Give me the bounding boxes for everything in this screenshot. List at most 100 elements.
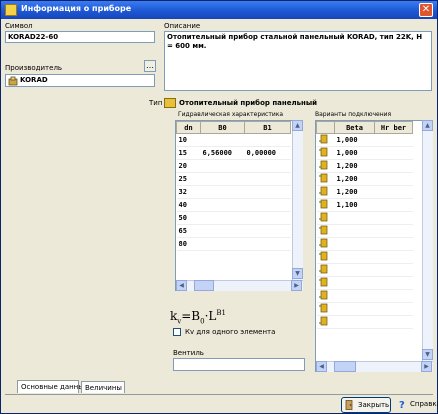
scroll-up-icon[interactable]: ▲ <box>292 120 303 131</box>
hydraulics-vscroll[interactable]: ▲ ▼ <box>292 120 303 280</box>
hydraulics-cell[interactable]: 25 <box>176 172 201 186</box>
variant-beta-cell[interactable] <box>334 224 375 238</box>
variant-beta-cell[interactable] <box>334 315 375 329</box>
variant-beta-cell[interactable]: 1,200 <box>334 172 375 186</box>
kv-single-element-checkbox[interactable] <box>173 328 181 336</box>
variants-scroll-down-icon[interactable]: ▼ <box>422 349 433 360</box>
variant-beta-cell[interactable]: 1,000 <box>334 146 375 160</box>
close-icon[interactable]: ✕ <box>419 3 433 17</box>
variant-hr-cell[interactable] <box>374 146 413 160</box>
hydraulics-row[interactable]: 15 6,56000 0,00000 <box>176 146 291 160</box>
variant-hr-cell[interactable] <box>374 159 413 173</box>
variant-row[interactable]: 1,200 <box>316 172 413 186</box>
variants-hscroll[interactable]: ◀ ▶ <box>316 361 433 372</box>
description-field[interactable]: Отопительный прибор стальной панельный K… <box>164 31 432 91</box>
variant-row[interactable] <box>316 302 413 316</box>
variant-beta-cell[interactable] <box>334 250 375 264</box>
hydraulics-cell[interactable] <box>200 224 245 238</box>
variant-beta-cell[interactable] <box>334 237 375 251</box>
hydraulics-cell[interactable]: 15 <box>176 146 201 160</box>
variant-hr-cell[interactable] <box>374 185 413 199</box>
variant-row[interactable] <box>316 224 413 238</box>
col-dn[interactable]: dn <box>176 121 201 134</box>
variant-beta-cell[interactable] <box>334 276 375 290</box>
variants-scroll-up-icon[interactable]: ▲ <box>422 120 433 131</box>
hydraulics-row[interactable]: 40 <box>176 198 291 212</box>
hydraulics-cell[interactable] <box>244 172 291 186</box>
hydraulics-cell[interactable]: 80 <box>176 237 201 251</box>
variant-beta-cell[interactable] <box>334 302 375 316</box>
variant-row[interactable]: 1,200 <box>316 159 413 173</box>
col-hr[interactable]: Hr ber <box>374 121 413 134</box>
hydraulics-cell[interactable]: 50 <box>176 211 201 225</box>
variant-row[interactable] <box>316 211 413 225</box>
scroll-thumb[interactable] <box>194 280 214 291</box>
variant-hr-cell[interactable] <box>374 198 413 212</box>
variants-scroll-thumb[interactable] <box>334 361 356 372</box>
hydraulics-cell[interactable]: 40 <box>176 198 201 212</box>
variant-beta-cell[interactable]: 1,200 <box>334 159 375 173</box>
variant-hr-cell[interactable] <box>374 237 413 251</box>
hydraulics-cell[interactable] <box>200 211 245 225</box>
variant-beta-cell[interactable] <box>334 263 375 277</box>
hydraulics-cell[interactable] <box>200 159 245 173</box>
variant-row[interactable]: 1,100 <box>316 198 413 212</box>
variant-beta-cell[interactable]: 1,200 <box>334 185 375 199</box>
variant-hr-cell[interactable] <box>374 250 413 264</box>
variant-row[interactable] <box>316 263 413 277</box>
variant-beta-cell[interactable] <box>334 211 375 225</box>
hydraulics-cell[interactable]: 10 <box>176 133 201 147</box>
title-bar[interactable]: Информация о приборе ✕ <box>1 1 437 19</box>
variant-row[interactable]: 1,000 <box>316 133 413 147</box>
tab-main-data[interactable]: Основные данные <box>17 380 88 393</box>
hydraulics-cell[interactable] <box>244 224 291 238</box>
symbol-field[interactable]: KORAD22-60 <box>5 31 155 43</box>
close-button[interactable]: Закрыть <box>341 397 391 413</box>
hydraulics-row[interactable]: 10 <box>176 133 291 147</box>
hydraulics-cell[interactable] <box>244 237 291 251</box>
scroll-down-icon[interactable]: ▼ <box>292 268 303 279</box>
variant-row[interactable] <box>316 315 413 329</box>
hydraulics-row[interactable]: 25 <box>176 172 291 186</box>
hydraulics-cell[interactable] <box>244 198 291 212</box>
variant-row[interactable] <box>316 289 413 303</box>
hydraulics-row[interactable]: 80 <box>176 237 291 251</box>
hydraulics-cell[interactable]: 20 <box>176 159 201 173</box>
hydraulics-cell[interactable] <box>200 133 245 147</box>
variant-row[interactable] <box>316 250 413 264</box>
variant-hr-cell[interactable] <box>374 172 413 186</box>
variant-hr-cell[interactable] <box>374 133 413 147</box>
help-button[interactable]: ? Справка <box>394 397 438 413</box>
variant-row[interactable] <box>316 276 413 290</box>
variant-hr-cell[interactable] <box>374 276 413 290</box>
variant-hr-cell[interactable] <box>374 315 413 329</box>
hydraulics-cell[interactable] <box>244 133 291 147</box>
col-icon[interactable] <box>316 121 335 134</box>
hydraulics-row[interactable]: 20 <box>176 159 291 173</box>
hydraulics-cell[interactable]: 0,00000 <box>244 146 291 160</box>
variant-row[interactable] <box>316 237 413 251</box>
hydraulics-row[interactable]: 65 <box>176 224 291 238</box>
hydraulics-cell[interactable] <box>244 159 291 173</box>
manufacturer-field[interactable]: KORAD <box>5 74 155 87</box>
hydraulics-cell[interactable]: 6,56000 <box>200 146 245 160</box>
hydraulics-cell[interactable]: 65 <box>176 224 201 238</box>
variant-beta-cell[interactable]: 1,000 <box>334 133 375 147</box>
hydraulics-cell[interactable]: 32 <box>176 185 201 199</box>
variant-hr-cell[interactable] <box>374 224 413 238</box>
variant-beta-cell[interactable]: 1,100 <box>334 198 375 212</box>
variants-vscroll[interactable]: ▲ ▼ <box>422 120 433 361</box>
col-b1[interactable]: B1 <box>244 121 291 134</box>
col-beta[interactable]: Beta <box>334 121 375 134</box>
col-b0[interactable]: B0 <box>200 121 245 134</box>
hydraulics-hscroll[interactable]: ◀ ▶ <box>176 280 303 291</box>
hydraulics-row[interactable]: 32 <box>176 185 291 199</box>
hydraulics-cell[interactable] <box>200 185 245 199</box>
variant-hr-cell[interactable] <box>374 289 413 303</box>
variant-hr-cell[interactable] <box>374 263 413 277</box>
hydraulics-row[interactable]: 50 <box>176 211 291 225</box>
variant-beta-cell[interactable] <box>334 289 375 303</box>
hydraulics-cell[interactable] <box>200 237 245 251</box>
valve-field[interactable] <box>173 358 305 371</box>
variant-hr-cell[interactable] <box>374 211 413 225</box>
